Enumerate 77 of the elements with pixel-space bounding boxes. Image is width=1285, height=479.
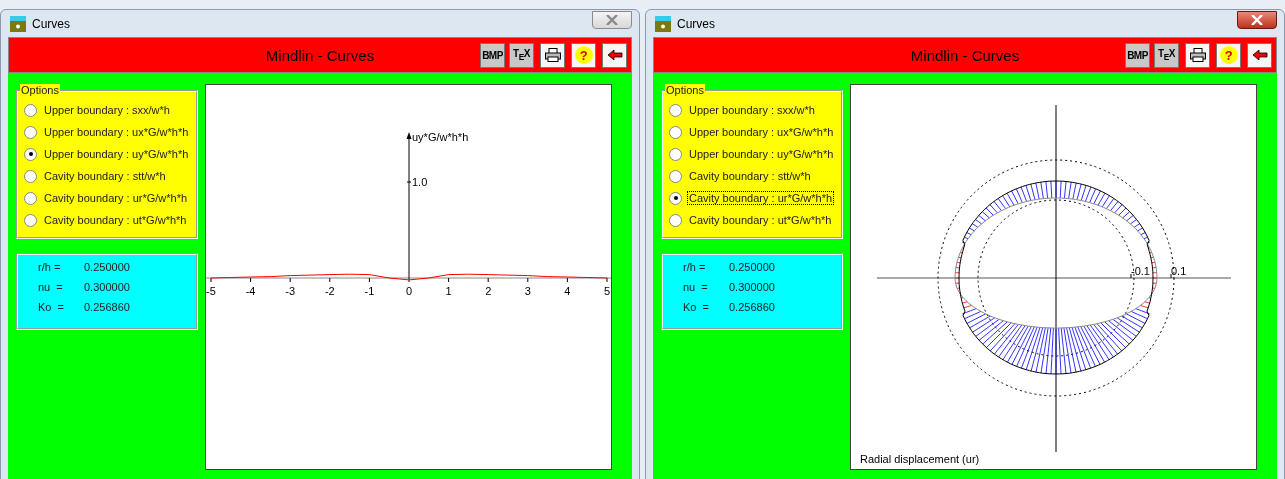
parameter-value: 0.256860 bbox=[84, 301, 130, 313]
parameter-value: 0.300000 bbox=[729, 281, 775, 293]
radio-button[interactable] bbox=[24, 191, 37, 205]
tick-label: -1 bbox=[364, 285, 375, 297]
back-button[interactable] bbox=[602, 42, 627, 68]
radio-button[interactable] bbox=[24, 103, 37, 117]
option-label[interactable]: Cavity boundary : ut*G/w*h*h bbox=[42, 213, 189, 227]
parameter-value: 0.256860 bbox=[729, 301, 775, 313]
radio-button[interactable] bbox=[24, 213, 37, 227]
export-button[interactable]: BMP bbox=[480, 42, 505, 68]
print-button[interactable] bbox=[1185, 42, 1210, 68]
parameter-label: r/h = bbox=[683, 261, 707, 273]
option-label[interactable]: Cavity boundary : stt/w*h bbox=[42, 169, 168, 183]
export-button[interactable]: T$_{E}$X bbox=[509, 42, 534, 68]
back-button[interactable] bbox=[1247, 42, 1272, 68]
tick-label: 2 bbox=[485, 285, 492, 297]
tick-label: -4 bbox=[245, 285, 256, 297]
tick-label: -3 bbox=[285, 285, 296, 297]
tick-label: -0.1 bbox=[1131, 265, 1150, 277]
option-label[interactable]: Cavity boundary : stt/w*h bbox=[687, 169, 813, 183]
option-label[interactable]: Cavity boundary : ur*G/w*h*h bbox=[687, 191, 835, 205]
window-title: Curves bbox=[677, 16, 716, 31]
window-title: Curves bbox=[32, 16, 71, 31]
printer-icon bbox=[1189, 48, 1206, 62]
print-button[interactable] bbox=[540, 42, 565, 68]
radio-button[interactable] bbox=[24, 147, 37, 161]
axis-title: uy*G/w*h*h bbox=[412, 131, 469, 143]
tick-label: 1 bbox=[445, 285, 452, 297]
arrow-icon bbox=[1251, 50, 1268, 60]
radio-button[interactable] bbox=[669, 147, 682, 161]
export-button[interactable]: BMP bbox=[1125, 42, 1150, 68]
help-button[interactable]: ? bbox=[571, 42, 596, 68]
radio-button[interactable] bbox=[669, 125, 682, 139]
parameter-label: Ko = bbox=[683, 301, 710, 313]
header-title: Mindlin - Curves bbox=[910, 46, 1020, 64]
option-label[interactable]: Upper boundary : uy*G/w*h*h bbox=[42, 147, 191, 161]
tick-label: 5 bbox=[603, 285, 611, 297]
parameter-label: nu = bbox=[683, 281, 709, 293]
app-icon bbox=[10, 15, 26, 32]
printer-icon bbox=[544, 48, 561, 62]
radio-button[interactable] bbox=[669, 213, 682, 227]
radio-button[interactable] bbox=[669, 191, 682, 205]
close-icon bbox=[606, 14, 618, 25]
parameter-label: nu = bbox=[38, 281, 64, 293]
option-label[interactable]: Upper boundary : ux*G/w*h*h bbox=[687, 125, 836, 139]
parameter-label: Ko = bbox=[38, 301, 65, 313]
option-label[interactable]: Upper boundary : uy*G/w*h*h bbox=[687, 147, 836, 161]
option-label[interactable]: Upper boundary : sxx/w*h bbox=[42, 103, 172, 117]
option-label[interactable]: Upper boundary : sxx/w*h bbox=[687, 103, 817, 117]
option-label[interactable]: Cavity boundary : ut*G/w*h*h bbox=[687, 213, 834, 227]
radio-button[interactable] bbox=[24, 169, 37, 183]
close-button[interactable] bbox=[1237, 10, 1277, 29]
group-label: Options bbox=[665, 84, 705, 97]
parameter-value: 0.250000 bbox=[84, 261, 130, 273]
parameter-value: 0.300000 bbox=[84, 281, 130, 293]
tick-label: 3 bbox=[524, 285, 531, 297]
tick-label: 4 bbox=[564, 285, 571, 297]
group-label: Options bbox=[20, 84, 60, 97]
tick-label: 0 bbox=[405, 285, 413, 297]
export-button[interactable]: T$_{E}$X bbox=[1154, 42, 1179, 68]
help-button[interactable]: ? bbox=[1216, 42, 1241, 68]
plot-caption: Radial displacement (ur) bbox=[860, 453, 980, 465]
tick-label: -5 bbox=[206, 285, 216, 297]
app-icon bbox=[655, 15, 671, 32]
parameter-label: r/h = bbox=[38, 261, 62, 273]
radio-button[interactable] bbox=[669, 103, 682, 117]
radio-button[interactable] bbox=[24, 125, 37, 139]
tick-label: 0.1 bbox=[1171, 265, 1187, 277]
header-title: Mindlin - Curves bbox=[265, 46, 375, 64]
parameter-value: 0.250000 bbox=[729, 261, 775, 273]
close-icon bbox=[1251, 14, 1263, 25]
tick-label: 1.0 bbox=[412, 176, 428, 188]
option-label[interactable]: Upper boundary : ux*G/w*h*h bbox=[42, 125, 191, 139]
radio-button[interactable] bbox=[669, 169, 682, 183]
tick-label: -2 bbox=[324, 285, 335, 297]
option-label[interactable]: Cavity boundary : ur*G/w*h*h bbox=[42, 191, 190, 205]
arrow-icon bbox=[606, 50, 623, 60]
